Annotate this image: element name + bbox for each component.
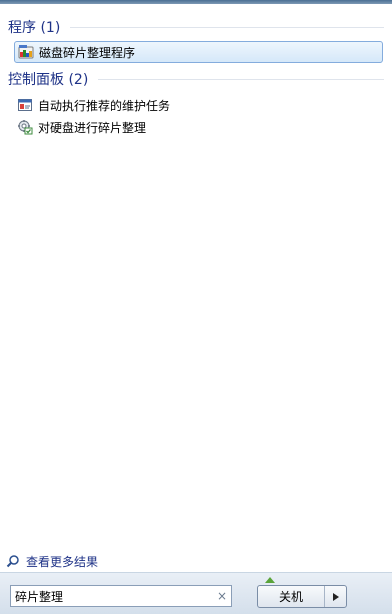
chevron-right-icon xyxy=(332,592,339,601)
control-panel-group-title: 控制面板 (2) xyxy=(8,72,89,88)
search-icon xyxy=(6,555,19,568)
result-item-disk-defragmenter[interactable]: 磁盘碎片整理程序 xyxy=(14,41,383,63)
group-divider xyxy=(98,78,384,80)
group-divider xyxy=(70,26,384,28)
control-panel-group-header: 控制面板 (2) xyxy=(8,70,384,88)
result-item-defrag-disk[interactable]: 对硬盘进行碎片整理 xyxy=(14,117,383,137)
defrag-settings-icon xyxy=(18,120,33,135)
maintenance-icon xyxy=(18,99,32,111)
see-more-results-link[interactable]: 查看更多结果 xyxy=(6,552,98,570)
clear-search-icon[interactable]: × xyxy=(213,589,231,603)
see-more-results-label: 查看更多结果 xyxy=(26,554,99,569)
disk-defragmenter-icon xyxy=(18,45,34,59)
result-item-label: 自动执行推荐的维护任务 xyxy=(38,98,171,113)
result-item-label: 磁盘碎片整理程序 xyxy=(39,45,136,60)
shutdown-pointer-icon xyxy=(265,577,275,583)
programs-group-header: 程序 (1) xyxy=(8,18,384,36)
result-item-maintenance[interactable]: 自动执行推荐的维护任务 xyxy=(14,95,383,115)
shutdown-options-arrow[interactable] xyxy=(325,586,346,607)
programs-group-title: 程序 (1) xyxy=(8,20,61,36)
search-results-pane: 程序 (1) 磁盘碎片整理程序 控制面板 (2) 自动执行推荐的维护任务 对硬盘… xyxy=(0,4,392,573)
start-menu-bottom-bar: × 关机 xyxy=(0,573,392,614)
search-input[interactable] xyxy=(11,587,213,605)
shutdown-button-group: 关机 xyxy=(257,585,347,608)
shutdown-button[interactable]: 关机 xyxy=(258,586,325,607)
search-box[interactable]: × xyxy=(10,585,232,607)
result-item-label: 对硬盘进行碎片整理 xyxy=(38,120,147,135)
